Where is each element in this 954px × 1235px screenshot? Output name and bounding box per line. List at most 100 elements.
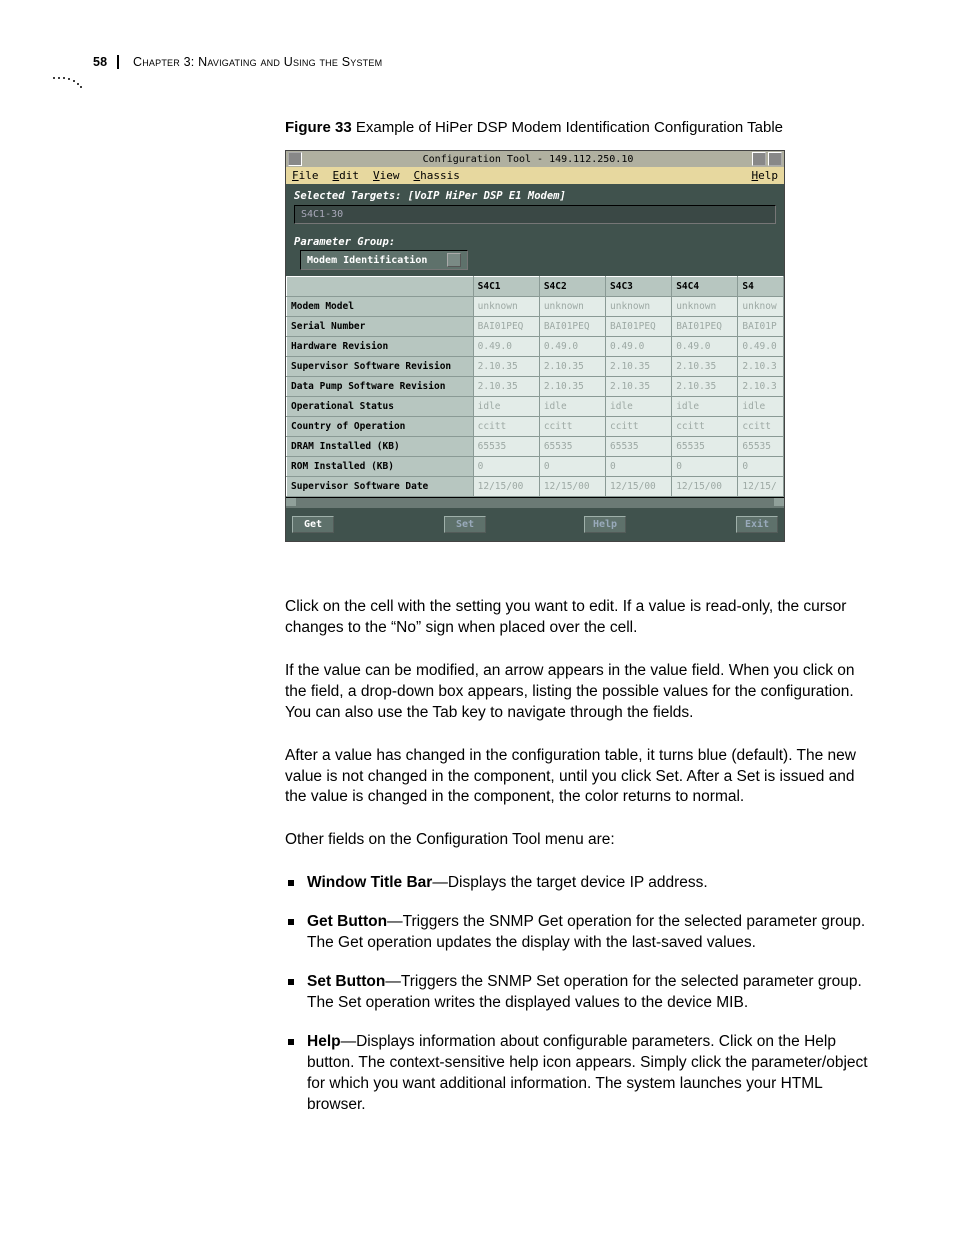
bullet-text: —Displays the target device IP address.: [432, 874, 707, 891]
table-cell[interactable]: unknown: [539, 297, 605, 317]
chevron-down-icon[interactable]: [447, 253, 461, 267]
bullet-list: Window Title Bar—Displays the target dev…: [285, 873, 879, 1115]
selected-targets-label: Selected Targets: [VoIP HiPer DSP E1 Mod…: [286, 184, 784, 202]
table-cell[interactable]: 0.49.0: [539, 337, 605, 357]
table-cell[interactable]: idle: [738, 397, 784, 417]
table-cell[interactable]: idle: [672, 397, 738, 417]
bullet-text: —Triggers the SNMP Get operation for the…: [307, 913, 865, 951]
figure-caption-text: Example of HiPer DSP Modem Identificatio…: [352, 119, 783, 136]
table-row: DRAM Installed (KB)655356553565535655356…: [287, 437, 784, 457]
table-cell[interactable]: 12/15/: [738, 477, 784, 497]
table-cell[interactable]: 0: [738, 457, 784, 477]
table-cell[interactable]: 0.49.0: [473, 337, 539, 357]
row-label: Data Pump Software Revision: [287, 377, 474, 397]
table-cell[interactable]: 12/15/00: [606, 477, 672, 497]
table-row: Modem Modelunknownunknownunknownunknownu…: [287, 297, 784, 317]
table-cell[interactable]: 0: [539, 457, 605, 477]
list-item: Get Button—Triggers the SNMP Get operati…: [285, 912, 879, 954]
menu-view[interactable]: View: [373, 169, 400, 182]
system-menu-icon[interactable]: [288, 152, 302, 166]
row-label: Country of Operation: [287, 417, 474, 437]
paragraph: Other fields on the Configuration Tool m…: [285, 830, 879, 851]
menu-help[interactable]: Help: [752, 169, 779, 182]
table-cell[interactable]: BAI01P: [738, 317, 784, 337]
table-cell[interactable]: BAI01PEQ: [672, 317, 738, 337]
table-cell[interactable]: 0.49.0: [738, 337, 784, 357]
table-cell[interactable]: 2.10.35: [672, 357, 738, 377]
table-cell[interactable]: 65535: [738, 437, 784, 457]
bullet-term: Window Title Bar: [307, 874, 432, 891]
decorative-dots: [52, 75, 88, 87]
table-row: Serial NumberBAI01PEQBAI01PEQBAI01PEQBAI…: [287, 317, 784, 337]
chapter-title: Chapter 3: Navigating and Using the Syst…: [123, 55, 382, 69]
set-button[interactable]: Set: [444, 516, 486, 533]
row-label: Serial Number: [287, 317, 474, 337]
table-cell[interactable]: 2.10.35: [606, 357, 672, 377]
paragraph: Click on the cell with the setting you w…: [285, 597, 879, 639]
page-header: 58 Chapter 3: Navigating and Using the S…: [75, 55, 879, 69]
table-cell[interactable]: ccitt: [606, 417, 672, 437]
row-label: Modem Model: [287, 297, 474, 317]
row-label: Operational Status: [287, 397, 474, 417]
table-cell[interactable]: 2.10.3: [738, 357, 784, 377]
table-cell[interactable]: ccitt: [473, 417, 539, 437]
table-cell[interactable]: 12/15/00: [672, 477, 738, 497]
table-cell[interactable]: ccitt: [738, 417, 784, 437]
table-cell[interactable]: 0.49.0: [606, 337, 672, 357]
table-cell[interactable]: 0: [672, 457, 738, 477]
table-cell[interactable]: 65535: [672, 437, 738, 457]
table-cell[interactable]: 2.10.35: [473, 357, 539, 377]
table-cell[interactable]: BAI01PEQ: [473, 317, 539, 337]
parameter-group-dropdown[interactable]: Modem Identification: [300, 250, 468, 270]
minimize-icon[interactable]: [752, 152, 766, 166]
table-cell[interactable]: 65535: [606, 437, 672, 457]
table-cell[interactable]: unknown: [672, 297, 738, 317]
table-cell[interactable]: idle: [606, 397, 672, 417]
col-header: S4C2: [539, 277, 605, 297]
menu-file[interactable]: File: [292, 169, 319, 182]
table-row: Hardware Revision0.49.00.49.00.49.00.49.…: [287, 337, 784, 357]
table-cell[interactable]: idle: [473, 397, 539, 417]
help-button[interactable]: Help: [584, 516, 626, 533]
window-titlebar: Configuration Tool - 149.112.250.10: [286, 151, 784, 167]
maximize-icon[interactable]: [768, 152, 782, 166]
table-cell[interactable]: idle: [539, 397, 605, 417]
col-header: S4C1: [473, 277, 539, 297]
table-cell[interactable]: BAI01PEQ: [606, 317, 672, 337]
menubar: File Edit View Chassis Help: [286, 167, 784, 184]
row-label: Supervisor Software Date: [287, 477, 474, 497]
parameter-group-label: Parameter Group:: [286, 230, 784, 248]
table-row: ROM Installed (KB)00000: [287, 457, 784, 477]
table-cell[interactable]: 65535: [539, 437, 605, 457]
table-cell[interactable]: 2.10.35: [672, 377, 738, 397]
table-cell[interactable]: 2.10.3: [738, 377, 784, 397]
table-cell[interactable]: 2.10.35: [539, 377, 605, 397]
table-cell[interactable]: 0: [473, 457, 539, 477]
table-cell[interactable]: 2.10.35: [539, 357, 605, 377]
table-corner: [287, 277, 474, 297]
table-cell[interactable]: 0: [606, 457, 672, 477]
table-cell[interactable]: unknown: [606, 297, 672, 317]
page-number: 58: [93, 55, 119, 69]
table-cell[interactable]: ccitt: [539, 417, 605, 437]
table-cell[interactable]: 2.10.35: [473, 377, 539, 397]
table-row: Country of Operationccittccittccittccitt…: [287, 417, 784, 437]
table-cell[interactable]: unknown: [473, 297, 539, 317]
table-cell[interactable]: 0.49.0: [672, 337, 738, 357]
horizontal-scrollbar[interactable]: [286, 497, 784, 508]
paragraph: After a value has changed in the configu…: [285, 746, 879, 809]
table-cell[interactable]: 12/15/00: [473, 477, 539, 497]
table-cell[interactable]: 12/15/00: [539, 477, 605, 497]
table-cell[interactable]: 2.10.35: [606, 377, 672, 397]
row-label: Supervisor Software Revision: [287, 357, 474, 377]
selected-target-field[interactable]: S4C1-30: [294, 205, 776, 224]
table-cell[interactable]: unknow: [738, 297, 784, 317]
table-cell[interactable]: 65535: [473, 437, 539, 457]
table-cell[interactable]: BAI01PEQ: [539, 317, 605, 337]
exit-button[interactable]: Exit: [736, 516, 778, 533]
get-button[interactable]: Get: [292, 516, 334, 533]
row-label: ROM Installed (KB): [287, 457, 474, 477]
menu-chassis[interactable]: Chassis: [414, 169, 460, 182]
menu-edit[interactable]: Edit: [333, 169, 360, 182]
table-cell[interactable]: ccitt: [672, 417, 738, 437]
